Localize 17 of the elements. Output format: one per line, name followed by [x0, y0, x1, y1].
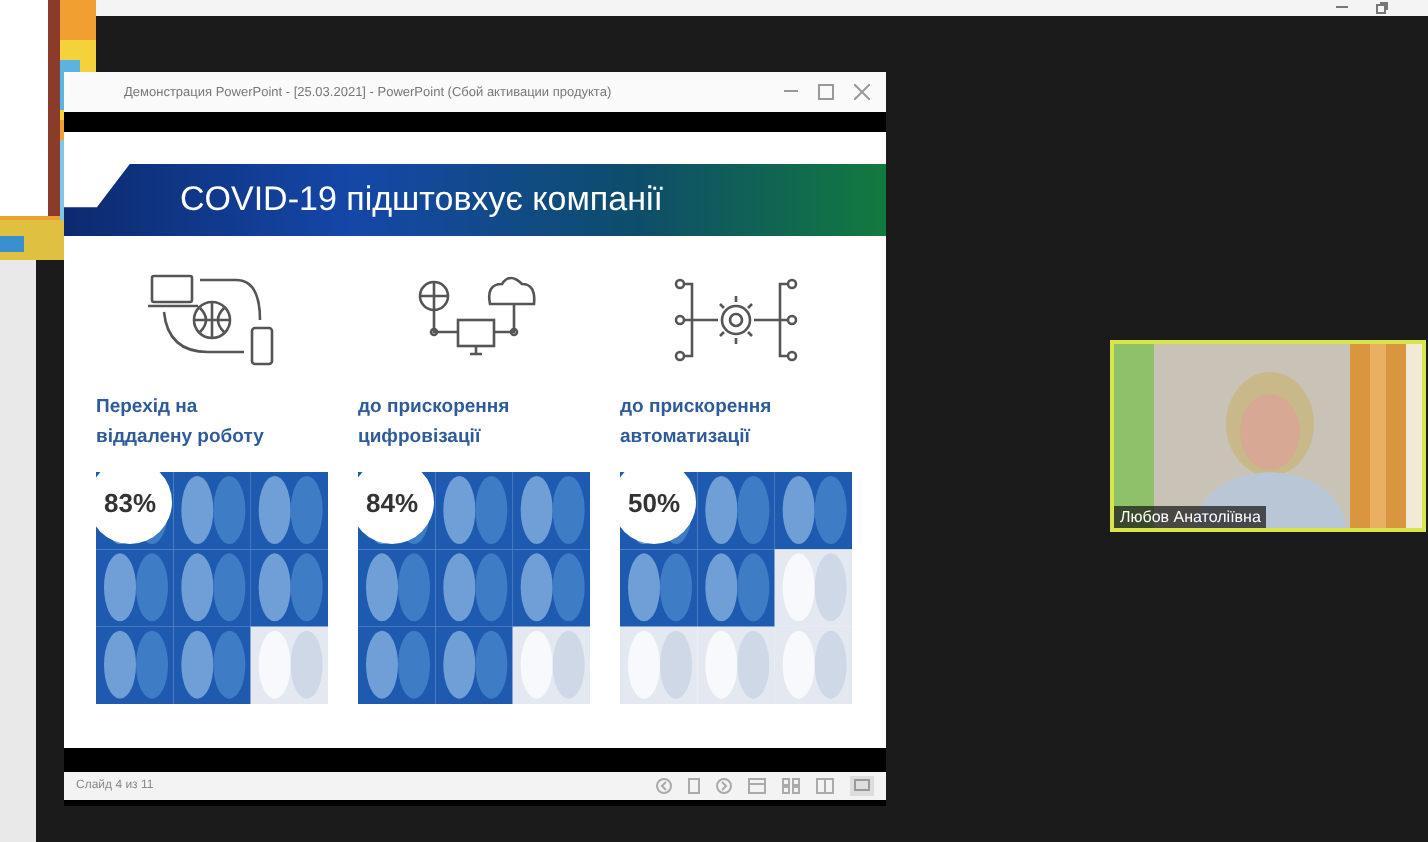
minimize-icon[interactable] — [1336, 6, 1348, 10]
close-icon[interactable] — [854, 84, 870, 100]
next-icon[interactable] — [716, 778, 732, 794]
menu-icon[interactable] — [688, 778, 700, 794]
maximize-icon[interactable] — [818, 84, 834, 100]
normal-view-icon[interactable] — [748, 778, 766, 794]
column-label: Перехід на віддалену роботу — [96, 394, 266, 452]
restore-icon[interactable] — [1376, 2, 1388, 14]
slideshow-icon[interactable] — [850, 776, 874, 796]
column-label: до прискорення цифровізації — [358, 394, 512, 452]
participant-name: Любов Анатоліївна — [1114, 506, 1267, 528]
reading-view-icon[interactable] — [816, 778, 834, 794]
previous-icon[interactable] — [656, 778, 672, 794]
grid-view-icon[interactable] — [782, 778, 800, 794]
column-label: до прискорення автоматизації — [620, 394, 774, 452]
slide-title: COVID-19 підштовхує компанії — [180, 180, 663, 220]
minimize-icon[interactable] — [784, 90, 798, 94]
